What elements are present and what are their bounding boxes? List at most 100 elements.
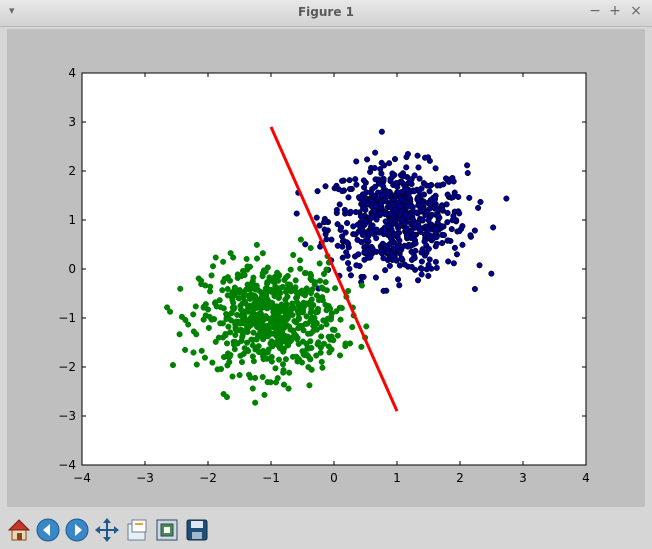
green-data-point: [195, 275, 202, 282]
green-data-point: [249, 385, 256, 392]
blue-data-point: [391, 156, 399, 163]
blue-data-point: [476, 262, 483, 269]
save-icon[interactable]: [183, 516, 211, 544]
green-data-point: [236, 372, 243, 379]
green-data-point: [320, 270, 328, 278]
green-data-point: [209, 263, 217, 270]
green-data-point: [307, 244, 314, 252]
window-titlebar: ▾ Figure 1 − + ×: [0, 0, 652, 27]
blue-data-point: [421, 231, 428, 238]
green-data-point: [178, 313, 185, 320]
blue-data-point: [378, 159, 385, 166]
green-data-point: [246, 263, 254, 270]
blue-data-point: [394, 190, 401, 197]
blue-data-point: [415, 194, 422, 201]
green-data-point: [317, 344, 324, 351]
green-data-point: [224, 285, 231, 293]
blue-data-point: [369, 222, 376, 229]
blue-data-point: [391, 252, 398, 259]
y-tick-label: 4: [68, 66, 76, 80]
configure-subplots-icon[interactable]: [153, 516, 181, 544]
maximize-icon[interactable]: +: [607, 3, 623, 19]
green-data-point: [245, 308, 252, 315]
green-data-point: [310, 322, 317, 330]
green-data-point: [211, 316, 218, 323]
blue-data-point: [352, 209, 359, 216]
blue-data-point: [425, 245, 432, 252]
x-tick-label: −4: [73, 471, 91, 485]
blue-data-point: [459, 241, 466, 248]
green-data-point: [259, 273, 266, 280]
blue-data-point: [464, 170, 471, 177]
green-data-point: [213, 303, 220, 310]
close-icon[interactable]: ×: [628, 3, 644, 19]
green-data-point: [328, 310, 335, 317]
blue-data-point: [380, 175, 387, 182]
blue-data-point: [453, 251, 461, 258]
x-tick-label: −3: [136, 471, 154, 485]
blue-data-point: [471, 227, 478, 234]
blue-data-point: [412, 209, 419, 216]
blue-data-point: [372, 149, 379, 156]
forward-arrow-icon[interactable]: [63, 516, 91, 544]
green-data-point: [265, 322, 272, 329]
green-data-point: [202, 301, 209, 308]
blue-data-point: [386, 160, 393, 167]
blue-data-point: [426, 188, 433, 195]
blue-data-point: [334, 242, 341, 249]
blue-data-point: [445, 258, 452, 265]
blue-data-point: [374, 195, 381, 203]
green-data-point: [216, 297, 223, 304]
blue-data-point: [403, 164, 410, 171]
green-data-point: [290, 251, 297, 259]
minimize-icon[interactable]: −: [587, 3, 603, 19]
pan-icon[interactable]: [93, 516, 121, 544]
green-data-point: [198, 281, 205, 288]
green-data-point: [244, 329, 251, 336]
green-data-point: [267, 379, 274, 386]
blue-data-point: [450, 260, 457, 267]
blue-data-point: [467, 233, 474, 240]
blue-data-point: [426, 157, 433, 164]
blue-data-point: [408, 202, 415, 209]
blue-data-point: [410, 188, 418, 195]
green-data-point: [215, 334, 222, 341]
green-data-point: [293, 288, 300, 295]
blue-data-point: [341, 206, 348, 213]
green-data-point: [226, 277, 234, 284]
blue-data-point: [377, 209, 384, 217]
blue-data-point: [418, 271, 425, 278]
zoom-to-rect-icon[interactable]: [123, 516, 151, 544]
blue-data-point: [339, 233, 346, 240]
y-tick-label: 3: [68, 115, 76, 129]
figure-canvas[interactable]: −4 −3 −2 −1 0 1 2 3 4 4 3 2 1 0 −1 −2 −3 −4: [7, 29, 645, 507]
green-data-point: [286, 281, 293, 288]
green-data-point: [257, 310, 264, 317]
green-data-point: [267, 329, 274, 336]
x-tick-label: 1: [393, 471, 401, 485]
blue-data-point: [412, 247, 419, 254]
home-icon[interactable]: [5, 516, 33, 544]
green-data-point: [225, 323, 232, 330]
blue-data-point: [418, 265, 425, 272]
green-data-point: [240, 313, 247, 320]
blue-data-point: [339, 188, 346, 195]
green-data-point: [274, 375, 281, 382]
green-data-point: [275, 294, 282, 302]
blue-data-point: [408, 180, 415, 188]
green-data-point: [275, 277, 282, 284]
blue-data-point: [355, 228, 362, 235]
blue-data-point: [360, 273, 367, 280]
green-data-point: [219, 287, 226, 294]
blue-data-point: [346, 185, 354, 193]
green-data-point: [316, 260, 323, 267]
blue-data-point: [394, 232, 401, 239]
blue-data-point: [471, 285, 478, 293]
green-data-point: [315, 339, 322, 346]
green-data-point: [272, 339, 279, 346]
y-tick-label: 1: [68, 213, 76, 227]
green-data-point: [190, 311, 197, 318]
blue-data-point: [352, 176, 359, 183]
blue-data-point: [378, 192, 386, 199]
back-arrow-icon[interactable]: [34, 516, 62, 544]
